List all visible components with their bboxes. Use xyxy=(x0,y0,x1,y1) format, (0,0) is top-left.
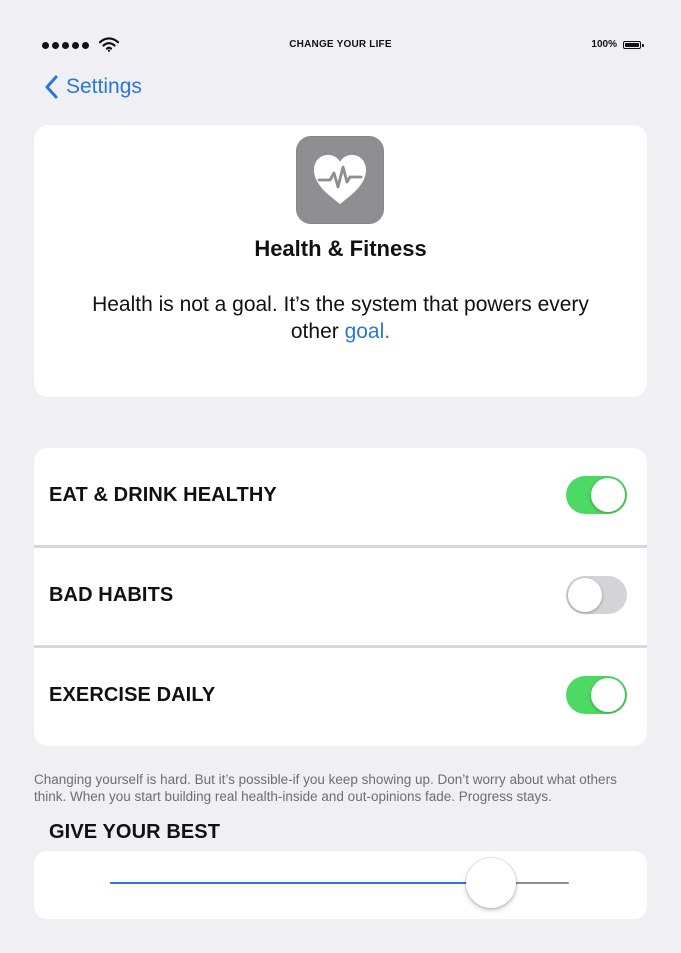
toggle-knob xyxy=(591,678,625,712)
toggle-knob xyxy=(591,478,625,512)
heart-pulse-icon xyxy=(314,155,366,204)
carrier-label: CHANGE YOUR LIFE xyxy=(289,39,392,50)
chevron-left-icon xyxy=(45,75,58,99)
setting-label: EAT & DRINK HEALTHY xyxy=(49,484,277,506)
settings-row-bad-habits: BAD HABITS xyxy=(34,548,647,646)
battery-percentage: 100% xyxy=(591,39,617,50)
setting-label: EXERCISE DAILY xyxy=(49,684,216,706)
goal-link[interactable]: goal. xyxy=(345,320,391,343)
status-bar: CHANGE YOUR LIFE 100% xyxy=(0,30,681,60)
effort-slider-thumb[interactable] xyxy=(465,858,516,908)
health-settings-screen: CHANGE YOUR LIFE 100% Settings Health & … xyxy=(0,0,681,953)
back-button[interactable]: Settings xyxy=(44,75,142,99)
health-habits-settings: EAT & DRINK HEALTHY BAD HABITS EXERCISE … xyxy=(34,448,647,746)
health-summary-card: Health & Fitness Health is not a goal. I… xyxy=(34,125,647,397)
health-app-icon xyxy=(296,136,384,224)
effort-slider-fill xyxy=(110,882,491,884)
page-title: Health & Fitness xyxy=(254,236,427,261)
health-quote: Health is not a goal. It’s the system th… xyxy=(74,291,607,345)
settings-row-eat-drink-healthy: EAT & DRINK HEALTHY xyxy=(34,448,647,546)
back-button-label: Settings xyxy=(66,75,142,98)
exercise-daily-toggle[interactable] xyxy=(566,676,627,714)
effort-slider-track[interactable] xyxy=(110,858,569,908)
bad-habits-toggle[interactable] xyxy=(566,576,627,614)
health-quote-text: Health is not a goal. It’s the system th… xyxy=(92,293,589,343)
settings-footer-note: Changing yourself is hard. But it’s poss… xyxy=(34,771,617,804)
slider-section-heading: GIVE YOUR BEST xyxy=(49,821,221,843)
settings-row-exercise-daily: EXERCISE DAILY xyxy=(34,648,647,746)
battery-status: 100% xyxy=(591,39,644,50)
setting-label: BAD HABITS xyxy=(49,584,174,606)
toggle-knob xyxy=(568,578,602,612)
battery-icon xyxy=(623,40,644,49)
battery-fill xyxy=(625,42,639,47)
effort-slider-card xyxy=(34,851,647,919)
eat-drink-healthy-toggle[interactable] xyxy=(566,476,627,514)
